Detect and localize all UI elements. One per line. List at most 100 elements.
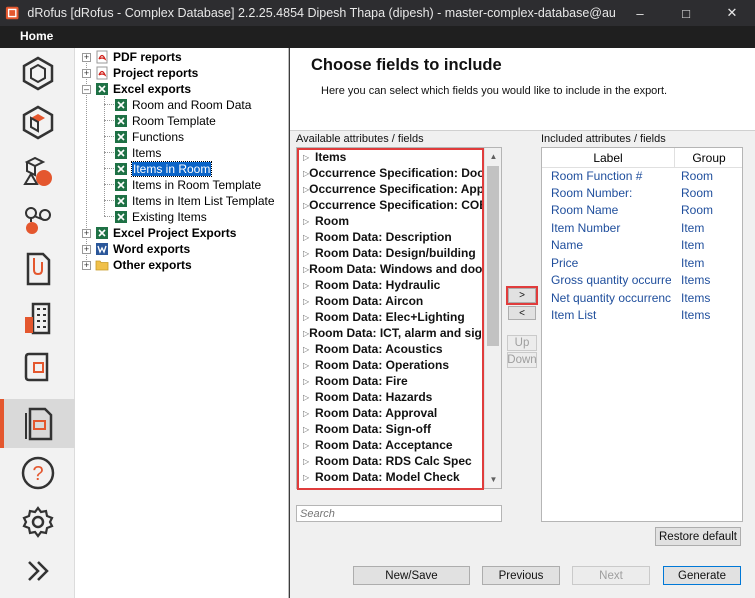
next-button[interactable]: Next bbox=[572, 566, 650, 585]
rail-report[interactable] bbox=[0, 399, 75, 448]
excel-icon bbox=[115, 211, 127, 223]
word-icon bbox=[96, 243, 108, 255]
scroll-up-icon[interactable]: ▲ bbox=[485, 148, 501, 165]
table-header: Label Group bbox=[542, 148, 742, 168]
included-fields-table[interactable]: Label Group Room Function # Room Room Num… bbox=[541, 147, 743, 522]
tree-node-room-template[interactable]: Room Template bbox=[114, 113, 216, 129]
excel-icon bbox=[96, 227, 108, 239]
rail-book[interactable] bbox=[0, 342, 75, 391]
table-row[interactable]: Room Number: Room bbox=[542, 185, 742, 202]
tree-node-excel-project-exports[interactable]: + Excel Project Exports bbox=[82, 225, 236, 241]
app-logo-icon bbox=[5, 6, 19, 20]
new-save-button[interactable]: New/Save bbox=[353, 566, 470, 585]
window-title: dRofus [dRofus - Complex Database] 2.2.2… bbox=[27, 6, 617, 20]
page-subtitle: Here you can select which fields you wou… bbox=[321, 85, 668, 97]
rail-expand[interactable] bbox=[0, 546, 75, 595]
search-input[interactable] bbox=[296, 505, 502, 522]
included-label: Included attributes / fields bbox=[541, 133, 666, 145]
expand-icon[interactable]: + bbox=[82, 52, 91, 62]
rail-help[interactable]: ? bbox=[0, 448, 75, 497]
rail-shapes[interactable] bbox=[0, 146, 75, 195]
module-rail: ? bbox=[0, 48, 75, 598]
table-row[interactable]: Price Item bbox=[542, 255, 742, 272]
wizard-header: Choose fields to include Here you can se… bbox=[290, 48, 755, 131]
table-row[interactable]: Item List Items bbox=[542, 307, 742, 324]
expand-icon[interactable]: + bbox=[82, 228, 91, 238]
excel-icon bbox=[115, 195, 127, 207]
tree-node-items-in-room-template[interactable]: Items in Room Template bbox=[114, 177, 261, 193]
previous-button[interactable]: Previous bbox=[482, 566, 560, 585]
available-scrollbar[interactable]: ▲ ▼ bbox=[484, 148, 501, 488]
rail-cube-orange[interactable] bbox=[0, 97, 75, 146]
restore-default-button[interactable]: Restore default bbox=[655, 527, 741, 546]
excel-icon bbox=[96, 83, 108, 95]
excel-icon bbox=[115, 163, 127, 175]
table-row[interactable]: Gross quantity occurrencesItems bbox=[542, 272, 742, 289]
scroll-thumb[interactable] bbox=[487, 166, 499, 346]
column-header-label[interactable]: Label bbox=[542, 148, 675, 168]
excel-icon bbox=[115, 115, 127, 127]
table-row[interactable]: Room Function # Room bbox=[542, 168, 742, 185]
move-up-button[interactable]: Up bbox=[507, 335, 537, 351]
tree-node-other-exports[interactable]: + Other exports bbox=[82, 257, 192, 273]
help-icon: ? bbox=[21, 456, 54, 489]
rail-building[interactable] bbox=[0, 293, 75, 342]
table-row[interactable]: Item Number Item bbox=[542, 220, 742, 237]
rail-settings[interactable] bbox=[0, 497, 75, 546]
tree-node-pdf-reports[interactable]: + PDF reports bbox=[82, 49, 182, 65]
table-row[interactable]: Name Item bbox=[542, 237, 742, 254]
book-icon bbox=[24, 352, 48, 381]
rail-cube[interactable] bbox=[0, 48, 75, 97]
expand-icon[interactable]: + bbox=[82, 68, 91, 78]
tree-node-items-in-item-list-template[interactable]: Items in Item List Template bbox=[114, 193, 275, 209]
available-label: Available attributes / fields bbox=[296, 133, 424, 145]
pdf-icon bbox=[96, 66, 108, 80]
rail-document[interactable] bbox=[0, 244, 75, 293]
expand-icon bbox=[27, 560, 49, 581]
cube-orange-icon bbox=[22, 105, 53, 139]
expand-icon[interactable]: + bbox=[82, 244, 91, 254]
network-icon bbox=[24, 206, 51, 234]
highlight-box-move-right bbox=[506, 286, 538, 305]
document-icon bbox=[26, 252, 50, 285]
report-icon bbox=[24, 407, 52, 440]
shapes-icon bbox=[22, 156, 52, 186]
tree-node-functions[interactable]: Functions bbox=[114, 129, 184, 145]
table-row[interactable]: Room Name Room bbox=[542, 202, 742, 219]
excel-icon bbox=[115, 147, 127, 159]
tree-node-excel-exports[interactable]: – Excel exports bbox=[82, 81, 191, 97]
pdf-icon bbox=[96, 50, 108, 64]
expand-icon[interactable]: + bbox=[82, 260, 91, 270]
scroll-down-icon[interactable]: ▼ bbox=[485, 471, 501, 488]
move-down-button[interactable]: Down bbox=[507, 352, 537, 368]
generate-button[interactable]: Generate bbox=[663, 566, 741, 585]
close-button[interactable]: ✕ bbox=[709, 0, 755, 26]
collapse-icon[interactable]: – bbox=[82, 84, 91, 94]
folder-icon bbox=[95, 260, 109, 271]
home-menu[interactable]: Home bbox=[8, 29, 65, 43]
maximize-button[interactable]: □ bbox=[663, 0, 709, 26]
excel-icon bbox=[115, 179, 127, 191]
building-icon bbox=[24, 302, 50, 334]
excel-icon bbox=[115, 131, 127, 143]
tree-node-items-in-room[interactable]: Items in Room bbox=[114, 161, 213, 177]
menu-bar: Home bbox=[0, 26, 755, 48]
tree-node-project-reports[interactable]: + Project reports bbox=[82, 65, 198, 81]
move-left-button[interactable]: < bbox=[508, 306, 536, 320]
tree-node-existing-items[interactable]: Existing Items bbox=[114, 209, 207, 225]
column-header-group[interactable]: Group bbox=[676, 148, 742, 168]
cube-icon bbox=[22, 56, 53, 90]
minimize-button[interactable]: – bbox=[617, 0, 663, 26]
gear-icon bbox=[21, 505, 54, 538]
tree-node-items[interactable]: Items bbox=[114, 145, 161, 161]
report-tree: + PDF reports + Project reports – Excel … bbox=[75, 48, 289, 598]
rail-network[interactable] bbox=[0, 195, 75, 244]
highlight-box-available bbox=[297, 148, 484, 490]
page-title: Choose fields to include bbox=[311, 56, 502, 74]
svg-text:?: ? bbox=[32, 463, 43, 485]
table-row[interactable]: Net quantity occurrences Items bbox=[542, 290, 742, 307]
tree-node-room-and-room-data[interactable]: Room and Room Data bbox=[114, 97, 251, 113]
tree-node-word-exports[interactable]: + Word exports bbox=[82, 241, 190, 257]
excel-icon bbox=[115, 99, 127, 111]
export-wizard: Choose fields to include Here you can se… bbox=[290, 48, 755, 598]
